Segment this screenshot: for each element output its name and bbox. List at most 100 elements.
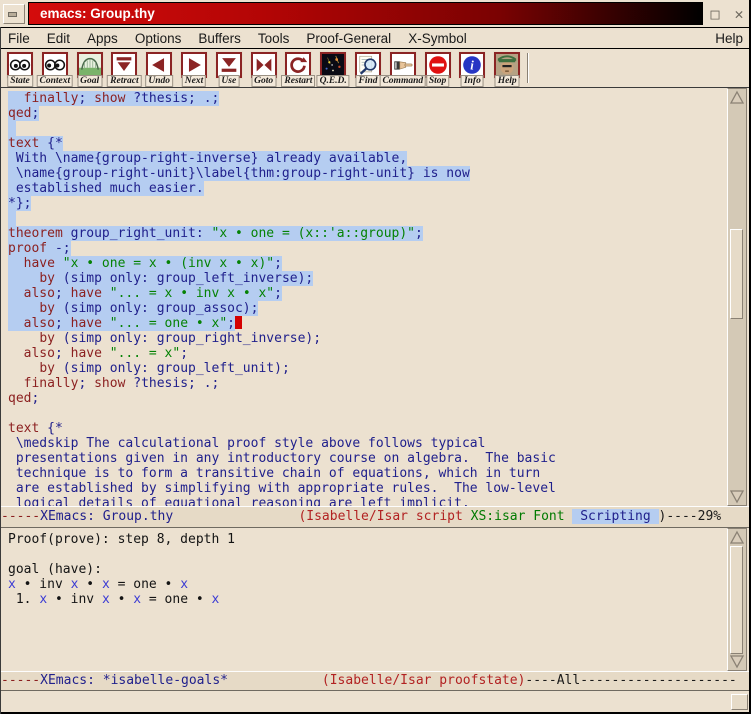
toolbar-button-label: Goto bbox=[251, 75, 276, 87]
script-line: established much easier. bbox=[8, 181, 727, 196]
menu-bar: File Edit Apps Options Buffers Tools Proof-Gen… bbox=[0, 27, 751, 49]
toolbar-button-label: Undo bbox=[145, 75, 173, 87]
goto-button[interactable]: Goto bbox=[247, 51, 281, 87]
toolbar-button-label: Retract bbox=[107, 75, 142, 87]
toolbar-button-label: Context bbox=[36, 75, 73, 87]
script-line: by (simp only: group_right_inverse); bbox=[8, 331, 727, 346]
script-line: by (simp only: group_left_inverse); bbox=[8, 271, 727, 286]
toolbar-button-label: Command bbox=[379, 75, 426, 87]
menu-proof-general[interactable]: Proof-General bbox=[306, 31, 391, 46]
goals-line: goal (have): bbox=[8, 562, 727, 577]
scroll-down-icon[interactable] bbox=[729, 489, 745, 504]
scroll-up-icon[interactable] bbox=[729, 530, 745, 545]
script-line: presentations given in any introductory … bbox=[8, 451, 727, 466]
window-title: emacs: Group.thy bbox=[28, 2, 703, 25]
menu-file[interactable]: File bbox=[8, 31, 30, 46]
restart-button[interactable]: Restart bbox=[281, 51, 315, 87]
toolbar-button-label: Q.E.D. bbox=[317, 75, 350, 87]
script-line: also; have "... = one • x"; bbox=[8, 316, 727, 331]
script-line bbox=[8, 121, 727, 136]
toolbar-button-label: Use bbox=[218, 75, 239, 87]
script-line: *}; bbox=[8, 196, 727, 211]
toolbar-button-label: Stop bbox=[426, 75, 449, 87]
title-bar: emacs: Group.thy □ ✕ bbox=[0, 0, 751, 27]
script-line: finally; show ?thesis; .; bbox=[8, 376, 727, 391]
toolbar-button-label: State bbox=[7, 75, 33, 87]
state-button[interactable]: State bbox=[3, 51, 37, 87]
maximize-icon[interactable]: □ bbox=[710, 5, 719, 23]
qed-button[interactable]: Q.E.D. bbox=[316, 51, 350, 87]
script-line: proof -; bbox=[8, 241, 727, 256]
minibuffer[interactable] bbox=[0, 691, 751, 714]
goals-line: Proof(prove): step 8, depth 1 bbox=[8, 532, 727, 547]
script-line: logical details of equational reasoning … bbox=[8, 496, 727, 506]
script-line: text {* bbox=[8, 421, 727, 436]
close-icon[interactable]: ✕ bbox=[734, 5, 743, 23]
window-menu-icon bbox=[8, 12, 17, 17]
script-line: theorem group_right_unit: "x • one = (x:… bbox=[8, 226, 727, 241]
menu-apps[interactable]: Apps bbox=[87, 31, 118, 46]
goals-line bbox=[8, 547, 727, 562]
retract-button[interactable]: Retract bbox=[107, 51, 141, 87]
script-line: text {* bbox=[8, 136, 727, 151]
script-line bbox=[8, 211, 727, 226]
script-line bbox=[8, 406, 727, 421]
scrollbar-script[interactable] bbox=[727, 88, 747, 506]
text-cursor bbox=[235, 316, 242, 329]
context-button[interactable]: Context bbox=[38, 51, 72, 87]
toolbar-button-label: Next bbox=[182, 75, 206, 87]
window-menu-button[interactable] bbox=[3, 4, 25, 24]
menu-edit[interactable]: Edit bbox=[47, 31, 70, 46]
toolbar-button-label: Find bbox=[355, 75, 380, 87]
script-line: qed; bbox=[8, 391, 727, 406]
script-line: technique is to form a transitive chain … bbox=[8, 466, 727, 481]
toolbar-divider bbox=[527, 53, 529, 83]
script-line: have "x • one = x • (inv x • x)"; bbox=[8, 256, 727, 271]
script-line: \name{group-right-unit}\label{thm:group-… bbox=[8, 166, 727, 181]
menu-x-symbol[interactable]: X-Symbol bbox=[408, 31, 467, 46]
script-line: also; have "... = x"; bbox=[8, 346, 727, 361]
menu-help[interactable]: Help bbox=[715, 31, 743, 46]
goal-button[interactable]: Goal bbox=[73, 51, 107, 87]
next-button[interactable]: Next bbox=[177, 51, 211, 87]
modeline-script: -----XEmacs: Group.thy (Isabelle/Isar sc… bbox=[0, 506, 751, 528]
info-button[interactable]: i Info bbox=[455, 51, 489, 87]
undo-button[interactable]: Undo bbox=[142, 51, 176, 87]
script-buffer[interactable]: finally; show ?thesis; .;qed; text {* Wi… bbox=[0, 88, 727, 506]
xemacs-window: emacs: Group.thy □ ✕ File Edit Apps Options… bbox=[0, 0, 751, 714]
command-button[interactable]: Command bbox=[386, 51, 420, 87]
window-edge bbox=[0, 27, 1, 714]
minibuffer-scrollbar-stub bbox=[731, 694, 748, 710]
script-line: by (simp only: group_assoc); bbox=[8, 301, 727, 316]
script-line: \medskip The calculational proof style a… bbox=[8, 436, 727, 451]
scroll-down-icon[interactable] bbox=[729, 654, 745, 669]
toolbar-button-label: Restart bbox=[281, 75, 315, 87]
script-line: With \name{group-right-inverse} already … bbox=[8, 151, 727, 166]
window-controls: □ ✕ bbox=[703, 5, 751, 23]
menu-options[interactable]: Options bbox=[135, 31, 182, 46]
toolbar-button-label: Info bbox=[461, 75, 484, 87]
menu-buffers[interactable]: Buffers bbox=[198, 31, 241, 46]
goals-buffer[interactable]: Proof(prove): step 8, depth 1 goal (have)… bbox=[0, 528, 727, 671]
scrollbar-goals[interactable] bbox=[727, 528, 747, 671]
script-line: are established by simplifying with appr… bbox=[8, 481, 727, 496]
goals-line: x • inv x • x = one • x bbox=[8, 577, 727, 592]
goals-line: 1. x • inv x • x = one • x bbox=[8, 592, 727, 607]
scroll-up-icon[interactable] bbox=[729, 90, 745, 105]
svg-text:i: i bbox=[471, 59, 475, 73]
help-button[interactable]: Help bbox=[490, 51, 524, 87]
script-line: also; have "... = x • inv x • x"; bbox=[8, 286, 727, 301]
stop-button[interactable]: Stop bbox=[421, 51, 455, 87]
menu-bar-items: File Edit Apps Options Buffers Tools Proof-Gen… bbox=[8, 31, 484, 46]
proof-general-toolbar: StateContext Goal RetractUndo Next Use Goto Re… bbox=[0, 50, 751, 88]
scrollbar-thumb[interactable] bbox=[730, 546, 743, 654]
script-line: qed; bbox=[8, 106, 727, 121]
scrollbar-thumb[interactable] bbox=[730, 229, 743, 319]
toolbar-button-label: Goal bbox=[77, 75, 102, 87]
script-line: by (simp only: group_left_unit); bbox=[8, 361, 727, 376]
modeline-goals: -----XEmacs: *isabelle-goals* (Isabelle/… bbox=[0, 671, 751, 691]
toolbar-button-label: Help bbox=[495, 75, 520, 87]
use-button[interactable]: Use bbox=[212, 51, 246, 87]
script-line: finally; show ?thesis; .; bbox=[8, 91, 727, 106]
menu-tools[interactable]: Tools bbox=[258, 31, 290, 46]
